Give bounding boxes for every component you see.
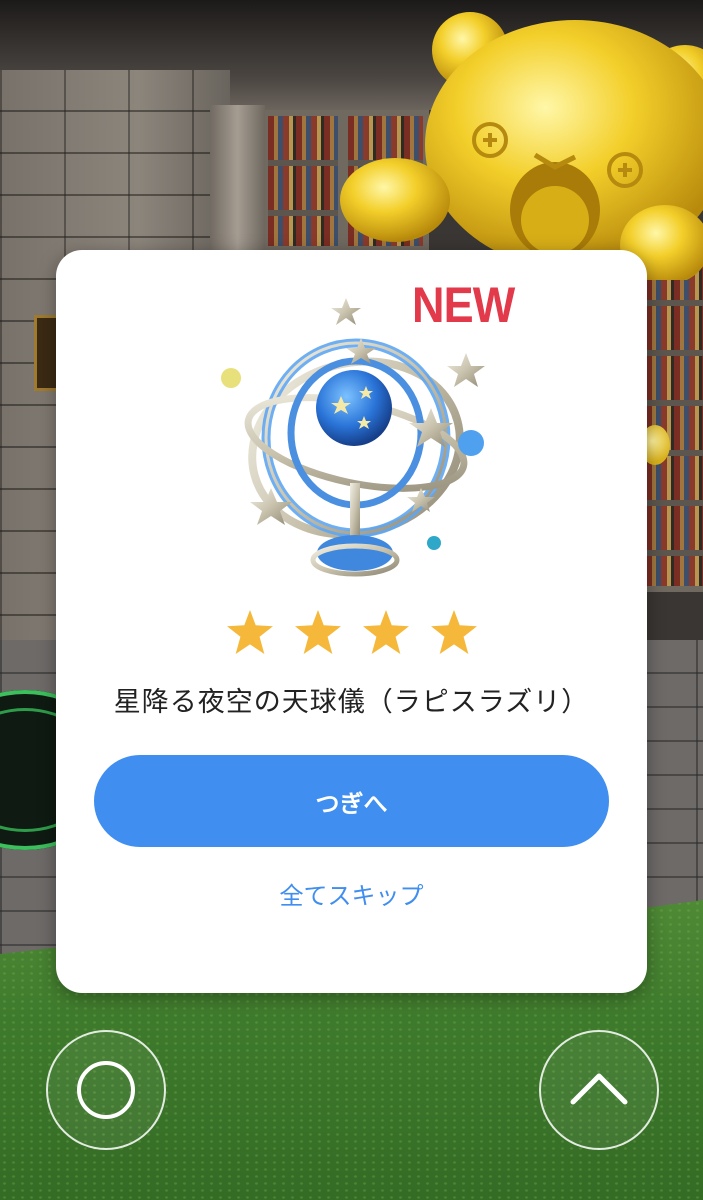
- bookshelf: [262, 110, 344, 252]
- bookshelf: [640, 250, 703, 592]
- star-icon: [226, 610, 273, 654]
- star-icon: [294, 610, 341, 654]
- rating-stars: [56, 610, 647, 654]
- item-name: 星降る夜空の天球儀（ラピスラズリ）: [113, 687, 590, 718]
- new-badge: NEW: [412, 277, 515, 333]
- celestial-globe-icon: [221, 298, 485, 577]
- star-icon: [362, 610, 409, 654]
- skip-all-link[interactable]: 全てスキップ: [56, 876, 647, 911]
- item-acquired-dialog: NEW 星降る夜空の天球儀（ラピスラズリ） つぎへ 全てスキップ: [56, 250, 647, 993]
- action-button[interactable]: [46, 1030, 166, 1150]
- star-icon: [430, 610, 477, 654]
- jump-button[interactable]: [539, 1030, 659, 1150]
- chevron-up-icon: [570, 1073, 628, 1105]
- golden-bear-statue: [340, 12, 703, 280]
- next-button[interactable]: つぎへ: [94, 755, 609, 847]
- stone-pillar: [210, 105, 265, 265]
- circle-icon: [77, 1061, 135, 1119]
